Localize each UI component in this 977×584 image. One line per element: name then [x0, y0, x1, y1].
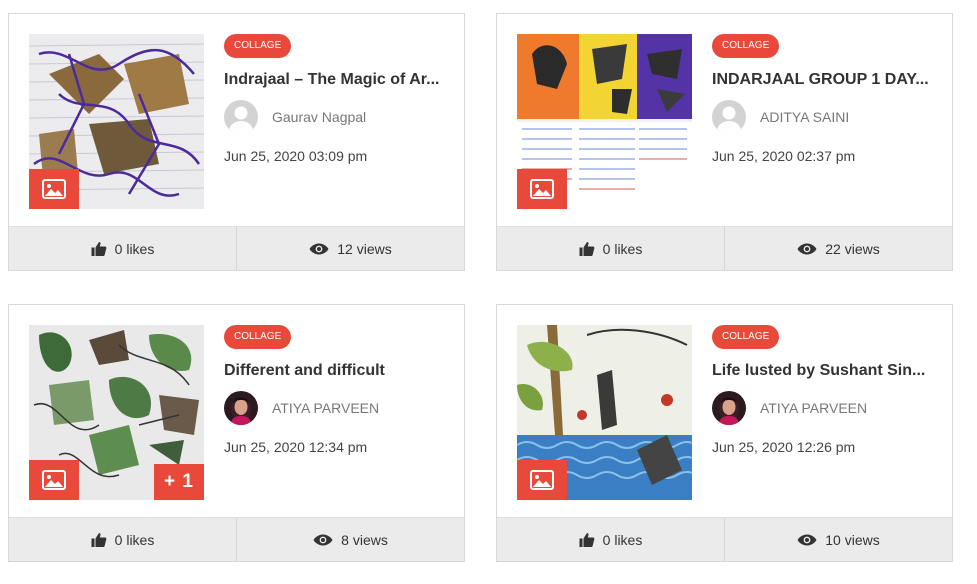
gallery-badge	[29, 460, 79, 500]
avatar[interactable]	[712, 391, 746, 425]
category-tag[interactable]: COLLAGE	[712, 34, 780, 58]
likes-stat[interactable]: 0 likes	[497, 518, 724, 561]
post-card[interactable]: COLLAGE INDARJAAL GROUP 1 DAY... ADITYA …	[496, 13, 953, 271]
author-row[interactable]: Gaurav Nagpal	[224, 100, 366, 134]
likes-stat[interactable]: 0 likes	[9, 518, 236, 561]
likes-count: 0 likes	[602, 240, 643, 257]
post-card[interactable]: COLLAGE Life lusted by Sushant Sin... AT…	[496, 304, 953, 562]
views-stat: 8 views	[236, 518, 464, 561]
eye-icon	[313, 534, 333, 546]
image-icon	[42, 470, 66, 490]
author-row[interactable]: ADITYA SAINI	[712, 100, 849, 134]
author-row[interactable]: ATIYA PARVEEN	[712, 391, 867, 425]
author-name[interactable]: ATIYA PARVEEN	[760, 400, 867, 416]
views-count: 12 views	[337, 240, 392, 257]
default-avatar-icon[interactable]	[712, 100, 746, 134]
category-tag[interactable]: COLLAGE	[712, 325, 780, 349]
likes-stat[interactable]: 0 likes	[9, 227, 236, 270]
gallery-badge	[29, 169, 79, 209]
thumbs-up-icon	[579, 241, 595, 257]
views-stat: 10 views	[724, 518, 952, 561]
post-date: Jun 25, 2020 03:09 pm	[224, 148, 368, 164]
eye-icon	[309, 243, 329, 255]
image-icon	[530, 179, 554, 199]
gallery-badge	[517, 460, 567, 500]
more-images-badge[interactable]: + 1	[154, 464, 204, 500]
post-thumbnail[interactable]	[517, 325, 692, 500]
author-row[interactable]: ATIYA PARVEEN	[224, 391, 379, 425]
views-count: 22 views	[825, 240, 880, 257]
views-stat: 12 views	[236, 227, 464, 270]
author-name[interactable]: ADITYA SAINI	[760, 109, 849, 125]
gallery-badge	[517, 169, 567, 209]
post-card[interactable]: COLLAGE Indrajaal – The Magic of Ar... G…	[8, 13, 465, 271]
stats-bar: 0 likes 12 views	[9, 226, 464, 270]
post-card[interactable]: + 1 COLLAGE Different and difficult ATIY…	[8, 304, 465, 562]
image-icon	[530, 470, 554, 490]
author-name[interactable]: Gaurav Nagpal	[272, 109, 366, 125]
post-title[interactable]: INDARJAAL GROUP 1 DAY...	[712, 70, 934, 90]
post-thumbnail[interactable]	[517, 34, 692, 209]
image-icon	[42, 179, 66, 199]
stats-bar: 0 likes 22 views	[497, 226, 952, 270]
author-name[interactable]: ATIYA PARVEEN	[272, 400, 379, 416]
eye-icon	[797, 243, 817, 255]
thumbs-up-icon	[91, 532, 107, 548]
views-stat: 22 views	[724, 227, 952, 270]
post-date: Jun 25, 2020 12:34 pm	[224, 439, 368, 455]
post-thumbnail[interactable]	[29, 34, 204, 209]
post-thumbnail[interactable]: + 1	[29, 325, 204, 500]
views-count: 10 views	[825, 531, 880, 548]
category-tag[interactable]: COLLAGE	[224, 34, 292, 58]
likes-count: 0 likes	[114, 240, 155, 257]
avatar[interactable]	[224, 391, 258, 425]
default-avatar-icon[interactable]	[224, 100, 258, 134]
eye-icon	[797, 534, 817, 546]
thumbs-up-icon	[579, 532, 595, 548]
post-title[interactable]: Different and difficult	[224, 361, 446, 381]
stats-bar: 0 likes 10 views	[497, 517, 952, 561]
category-tag[interactable]: COLLAGE	[224, 325, 292, 349]
thumbs-up-icon	[91, 241, 107, 257]
likes-stat[interactable]: 0 likes	[497, 227, 724, 270]
views-count: 8 views	[341, 531, 388, 548]
stats-bar: 0 likes 8 views	[9, 517, 464, 561]
post-title[interactable]: Life lusted by Sushant Sin...	[712, 361, 934, 381]
post-date: Jun 25, 2020 12:26 pm	[712, 439, 856, 455]
likes-count: 0 likes	[114, 531, 155, 548]
post-title[interactable]: Indrajaal – The Magic of Ar...	[224, 70, 446, 90]
post-date: Jun 25, 2020 02:37 pm	[712, 148, 856, 164]
likes-count: 0 likes	[602, 531, 643, 548]
